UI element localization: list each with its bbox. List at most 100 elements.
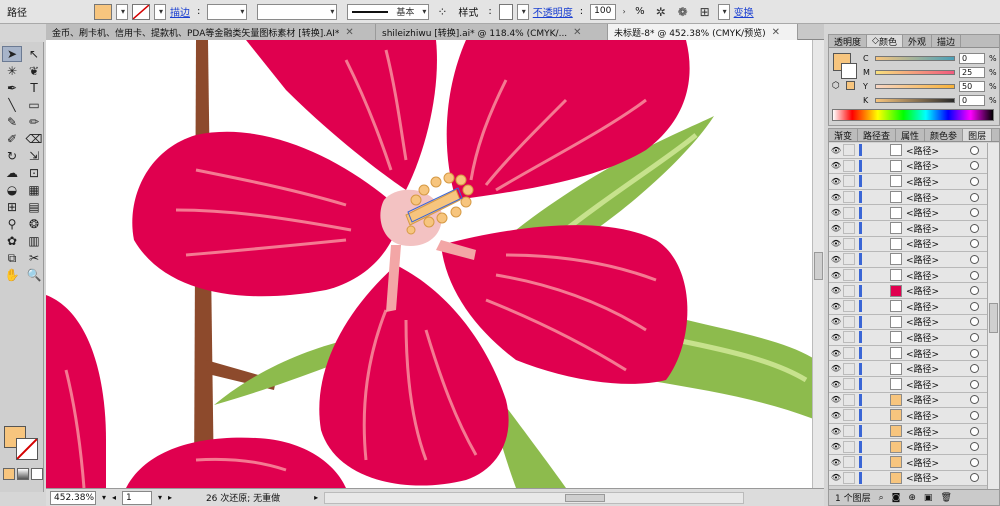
eye-icon[interactable]: 👁 <box>829 411 843 420</box>
eye-icon[interactable]: 👁 <box>829 208 843 217</box>
target-icon[interactable] <box>970 208 979 218</box>
tab-transparency[interactable]: 透明度 <box>829 35 868 48</box>
target-icon[interactable] <box>970 410 979 420</box>
layers-scrollbar[interactable] <box>987 143 999 489</box>
tab-layers[interactable]: 图层 <box>963 129 993 142</box>
target-icon[interactable] <box>970 395 979 405</box>
target-icon[interactable] <box>970 442 979 452</box>
fill-stroke-indicator[interactable] <box>4 426 40 462</box>
doc-tab-3[interactable]: 未标题-8* @ 452.38% (CMYK/预览) ✕ <box>608 24 798 40</box>
blend-tool-icon[interactable]: ❂ <box>24 216 44 232</box>
opacity-link[interactable]: 不透明度 <box>533 4 573 19</box>
line-tool-icon[interactable]: ╲ <box>2 97 22 113</box>
next-artboard-icon[interactable]: ▸ <box>168 493 172 502</box>
paintbrush-tool-icon[interactable]: ✎ <box>2 114 22 130</box>
fill-dropdown[interactable]: ▾ <box>116 3 128 20</box>
scrollbar-thumb[interactable] <box>814 252 823 280</box>
make-clipping-mask-icon[interactable]: ◙ <box>892 493 901 503</box>
scrollbar-thumb[interactable] <box>989 303 998 333</box>
layer-row[interactable]: 👁 <路径> <box>829 143 987 159</box>
lock-toggle[interactable] <box>843 191 855 204</box>
column-graph-tool-icon[interactable]: ▥ <box>24 233 44 249</box>
magenta-slider[interactable] <box>875 69 955 75</box>
eye-icon[interactable]: 👁 <box>829 349 843 358</box>
lock-toggle[interactable] <box>843 159 855 172</box>
type-tool-icon[interactable]: T <box>24 80 44 96</box>
cyan-input[interactable]: 0 <box>959 52 985 64</box>
lock-toggle[interactable] <box>843 456 855 469</box>
lock-toggle[interactable] <box>843 425 855 438</box>
rotate-tool-icon[interactable]: ↻ <box>2 148 22 164</box>
tab-gradient[interactable]: 渐变 <box>829 129 859 142</box>
eye-icon[interactable]: 👁 <box>829 286 843 295</box>
doc-tab-2[interactable]: shileizhiwu [转换].ai* @ 118.4% (CMYK/... … <box>376 24 608 40</box>
zoom-field[interactable]: 452.38% <box>50 490 96 505</box>
pen-tool-icon[interactable]: ✒ <box>2 80 22 96</box>
layer-row[interactable]: 👁 <路径> <box>829 439 987 455</box>
eye-icon[interactable]: 👁 <box>829 161 843 170</box>
eye-icon[interactable]: 👁 <box>829 177 843 186</box>
eye-icon[interactable]: 👁 <box>829 271 843 280</box>
scale-tool-icon[interactable]: ⇲ <box>24 148 44 164</box>
last-color-swatch[interactable] <box>846 81 855 90</box>
yellow-slider[interactable] <box>875 83 955 89</box>
artboard-number-field[interactable]: 1 <box>122 490 153 505</box>
layer-row[interactable]: 👁 <路径> <box>829 205 987 221</box>
stroke-swatch[interactable] <box>132 3 150 20</box>
eye-icon[interactable]: 👁 <box>829 239 843 248</box>
layer-row[interactable]: 👁 <路径> <box>829 174 987 190</box>
canvas-vertical-scrollbar[interactable] <box>812 40 824 488</box>
lock-toggle[interactable] <box>843 471 855 484</box>
align-dropdown[interactable]: ▾ <box>717 3 730 20</box>
scrollbar-thumb[interactable] <box>565 493 606 502</box>
align-icon[interactable]: ⊞ <box>696 3 714 21</box>
gradient-mode-icon[interactable] <box>17 468 29 480</box>
target-icon[interactable] <box>970 426 979 436</box>
eye-icon[interactable]: 👁 <box>829 427 843 436</box>
prev-artboard-icon[interactable]: ◂ <box>112 493 116 502</box>
gradient-tool-icon[interactable]: ▤ <box>24 199 44 215</box>
layer-row[interactable]: 👁 <路径> <box>829 158 987 175</box>
transform-link[interactable]: 变换 <box>734 4 754 19</box>
target-icon[interactable] <box>970 270 979 280</box>
opacity-input[interactable]: 100 <box>590 3 617 20</box>
eye-icon[interactable]: 👁 <box>829 193 843 202</box>
rectangle-tool-icon[interactable]: ▭ <box>24 97 44 113</box>
magic-wand-tool-icon[interactable]: ✳ <box>2 63 22 79</box>
eye-icon[interactable]: 👁 <box>829 302 843 311</box>
target-icon[interactable] <box>970 301 979 311</box>
eye-icon[interactable]: 👁 <box>829 224 843 233</box>
cyan-slider[interactable] <box>875 55 955 61</box>
variable-width-dropdown[interactable]: ▾ <box>257 3 338 20</box>
eye-icon[interactable]: 👁 <box>829 333 843 342</box>
tab-color[interactable]: ◇ 颜色 <box>867 35 903 48</box>
layer-row[interactable]: 👁 <路径> <box>829 408 987 424</box>
color-mode-icon[interactable] <box>3 468 15 480</box>
layer-row[interactable]: 👁 <路径> <box>829 267 987 284</box>
target-icon[interactable] <box>970 457 979 467</box>
layer-row[interactable]: 👁 <路径> <box>829 423 987 440</box>
perspective-grid-tool-icon[interactable]: ▦ <box>24 182 44 198</box>
layer-row[interactable]: 👁 <路径> <box>829 330 987 346</box>
eraser-tool-icon[interactable]: ⌫ <box>24 131 44 147</box>
tab-attributes[interactable]: 属性 <box>896 129 926 142</box>
warp-tool-icon[interactable]: ☁ <box>2 165 22 181</box>
eye-icon[interactable]: 👁 <box>829 364 843 373</box>
target-icon[interactable] <box>970 286 979 296</box>
eye-icon[interactable]: 👁 <box>829 442 843 451</box>
lock-toggle[interactable] <box>843 409 855 422</box>
target-icon[interactable] <box>970 332 979 342</box>
horizontal-scrollbar[interactable] <box>324 491 745 504</box>
target-icon[interactable] <box>970 364 979 374</box>
opacity-stepper-icon[interactable]: › <box>620 3 628 21</box>
target-icon[interactable] <box>970 145 979 155</box>
eye-icon[interactable]: 👁 <box>829 458 843 467</box>
target-icon[interactable] <box>970 223 979 233</box>
layer-row[interactable]: 👁 <路径> <box>829 314 987 331</box>
close-icon[interactable]: ✕ <box>573 27 581 38</box>
stroke-dropdown[interactable]: ▾ <box>154 3 166 20</box>
slice-tool-icon[interactable]: ✂ <box>24 250 44 266</box>
close-icon[interactable]: ✕ <box>772 27 780 38</box>
delete-layer-icon[interactable]: 🗑 <box>940 493 951 503</box>
color-spectrum-bar[interactable] <box>832 109 994 121</box>
